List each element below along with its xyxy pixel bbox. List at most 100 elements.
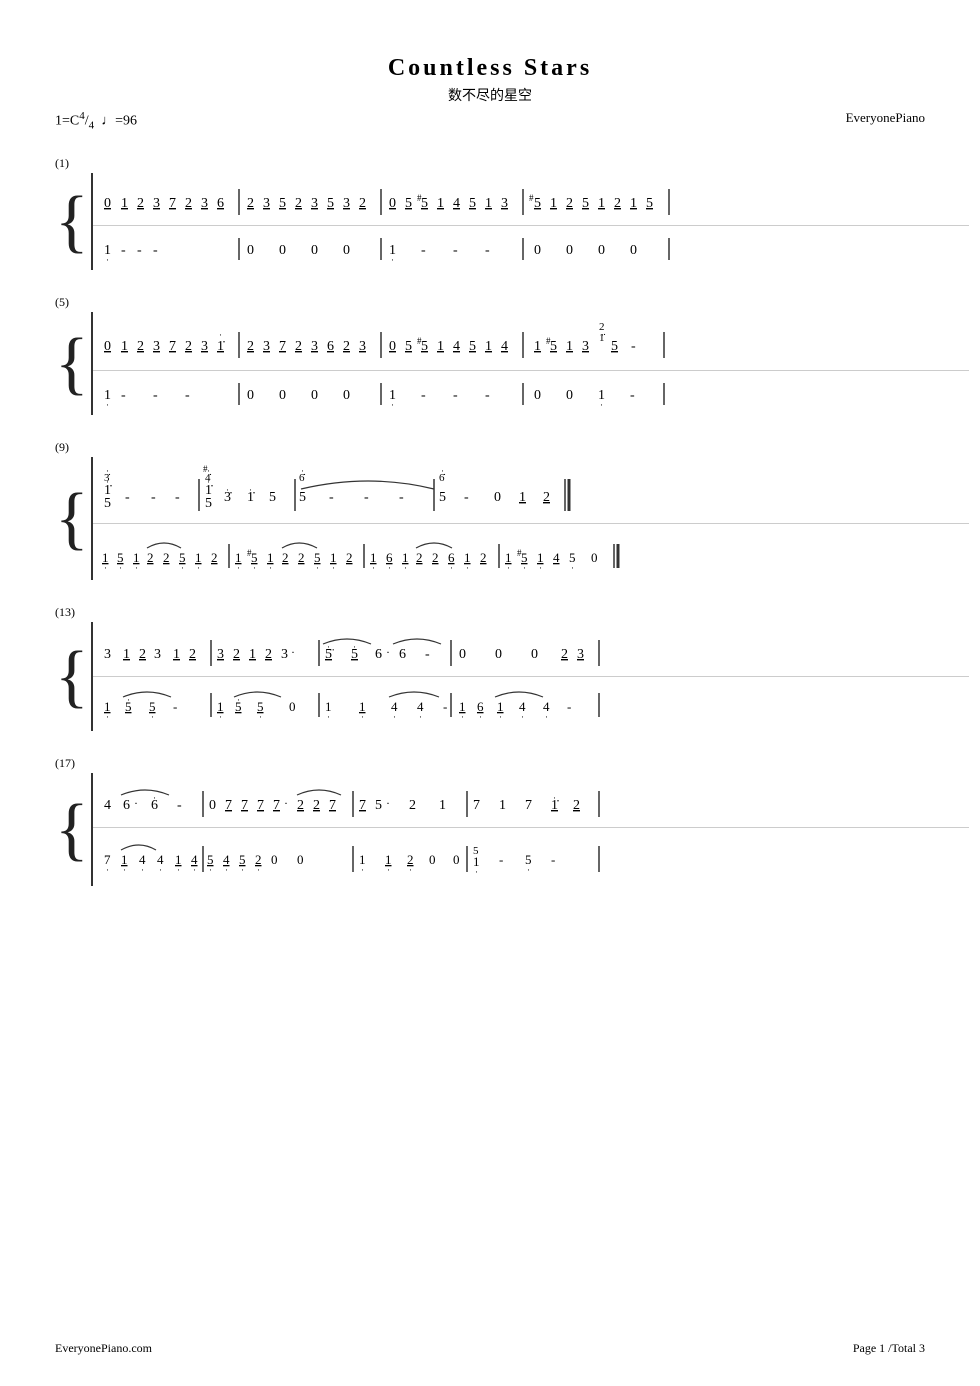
svg-text:0: 0: [311, 243, 318, 258]
svg-text:0: 0: [311, 388, 318, 403]
svg-text:·: ·: [391, 400, 394, 410]
svg-text:1: 1: [485, 196, 492, 211]
svg-text:·: ·: [507, 563, 510, 573]
svg-text:·: ·: [391, 255, 394, 265]
svg-text:·: ·: [527, 865, 530, 875]
svg-text:·: ·: [106, 477, 109, 487]
svg-text:·: ·: [181, 563, 184, 573]
svg-text:·: ·: [106, 400, 109, 410]
svg-text:·: ·: [153, 793, 156, 803]
section-5: (17) { 4 6 · 6 · -: [55, 756, 925, 886]
svg-text:1: 1: [437, 196, 444, 211]
svg-text:4: 4: [104, 798, 111, 813]
svg-text:-: -: [153, 388, 158, 403]
svg-text:5: 5: [205, 496, 212, 511]
title-section: Countless Stars 数不尽的星空: [55, 55, 925, 105]
svg-text:2: 2: [343, 339, 350, 354]
svg-text:·: ·: [259, 712, 262, 722]
svg-text:2: 2: [543, 490, 550, 505]
svg-text:·: ·: [269, 563, 272, 573]
svg-text:·: ·: [386, 796, 390, 810]
svg-text:0: 0: [389, 196, 396, 211]
svg-text:5: 5: [279, 196, 286, 211]
svg-text:·: ·: [600, 400, 603, 410]
svg-text:·: ·: [353, 642, 356, 652]
section-4: (13) { 3 1 2 3 1 2 3: [55, 605, 925, 731]
publisher: EveryonePiano: [846, 110, 925, 131]
svg-text:1: 1: [519, 490, 526, 505]
staff-bot-5: 7 · 1 · 4 · 4 · 1 · 4 ·: [93, 827, 969, 886]
svg-text:1: 1: [566, 339, 573, 354]
section-label-2: (5): [55, 295, 925, 310]
svg-text:·: ·: [257, 865, 260, 875]
svg-text:·: ·: [151, 712, 154, 722]
staves-4: 3 1 2 3 1 2 3 2 1 2 3 ·: [91, 622, 969, 731]
page: Countless Stars 数不尽的星空 1=C4/4 ♩=96 Every…: [0, 0, 980, 1386]
svg-text:2: 2: [189, 647, 196, 662]
svg-text:5: 5: [405, 339, 412, 354]
svg-text:-: -: [551, 852, 555, 867]
svg-text:5: 5: [299, 490, 306, 505]
svg-text:-: -: [364, 490, 369, 505]
svg-text:5: 5: [421, 196, 428, 211]
svg-text:0: 0: [297, 852, 304, 867]
section-label-1: (1): [55, 156, 925, 171]
svg-text:0: 0: [630, 243, 637, 258]
svg-text:0: 0: [104, 339, 111, 354]
svg-text:·: ·: [123, 865, 126, 875]
svg-text:7: 7: [169, 339, 176, 354]
grand-staff-5: { 4 6 · 6 · - 0: [55, 773, 925, 886]
svg-text:4: 4: [453, 339, 460, 354]
staves-5: 4 6 · 6 · - 0 7 7 7 7: [91, 773, 969, 886]
svg-text:3: 3: [263, 196, 270, 211]
footer-left: EveryonePiano.com: [55, 1341, 152, 1356]
svg-text:2: 2: [137, 196, 144, 211]
svg-text:1: 1: [550, 196, 557, 211]
svg-text:·: ·: [553, 793, 556, 803]
svg-text:5: 5: [550, 339, 557, 354]
svg-text:4: 4: [453, 196, 460, 211]
svg-text:·: ·: [441, 466, 444, 476]
svg-text:2: 2: [432, 550, 439, 565]
brace-1: {: [55, 173, 91, 270]
svg-text:7: 7: [329, 798, 336, 813]
svg-text:3: 3: [153, 339, 160, 354]
svg-text:·: ·: [386, 645, 390, 659]
svg-text:·: ·: [409, 865, 412, 875]
footer-right: Page 1 /Total 3: [853, 1341, 925, 1356]
svg-text:·: ·: [539, 563, 542, 573]
svg-text:0: 0: [459, 647, 466, 662]
svg-text:·: ·: [450, 563, 453, 573]
svg-text:-: -: [630, 388, 635, 403]
svg-text:-: -: [329, 490, 334, 505]
svg-text:·: ·: [134, 796, 138, 810]
svg-text:1: 1: [173, 647, 180, 662]
svg-text:0: 0: [566, 388, 573, 403]
svg-text:-: -: [175, 490, 180, 505]
svg-text:-: -: [421, 243, 426, 258]
svg-text:0: 0: [591, 550, 598, 565]
svg-text:3: 3: [154, 647, 161, 662]
svg-text:1: 1: [249, 647, 256, 662]
svg-text:·: ·: [197, 563, 200, 573]
svg-text:2: 2: [185, 339, 192, 354]
svg-text:0: 0: [247, 388, 254, 403]
svg-text:5: 5: [327, 196, 334, 211]
svg-text:2: 2: [295, 339, 302, 354]
svg-text:·: ·: [475, 867, 478, 877]
svg-text:1: 1: [121, 196, 128, 211]
svg-text:·: ·: [291, 645, 295, 659]
svg-text:5: 5: [611, 339, 618, 354]
svg-text:2: 2: [297, 798, 304, 813]
svg-text:1: 1: [499, 798, 506, 813]
svg-text:·: ·: [219, 330, 222, 340]
svg-text:·: ·: [393, 712, 396, 722]
svg-text:2: 2: [139, 647, 146, 662]
svg-text:0: 0: [271, 852, 278, 867]
svg-text:1: 1: [630, 196, 637, 211]
svg-text:-: -: [173, 699, 177, 714]
svg-text:·: ·: [135, 563, 138, 573]
svg-text:2: 2: [137, 339, 144, 354]
svg-text:7: 7: [169, 196, 176, 211]
svg-text:·: ·: [499, 712, 502, 722]
